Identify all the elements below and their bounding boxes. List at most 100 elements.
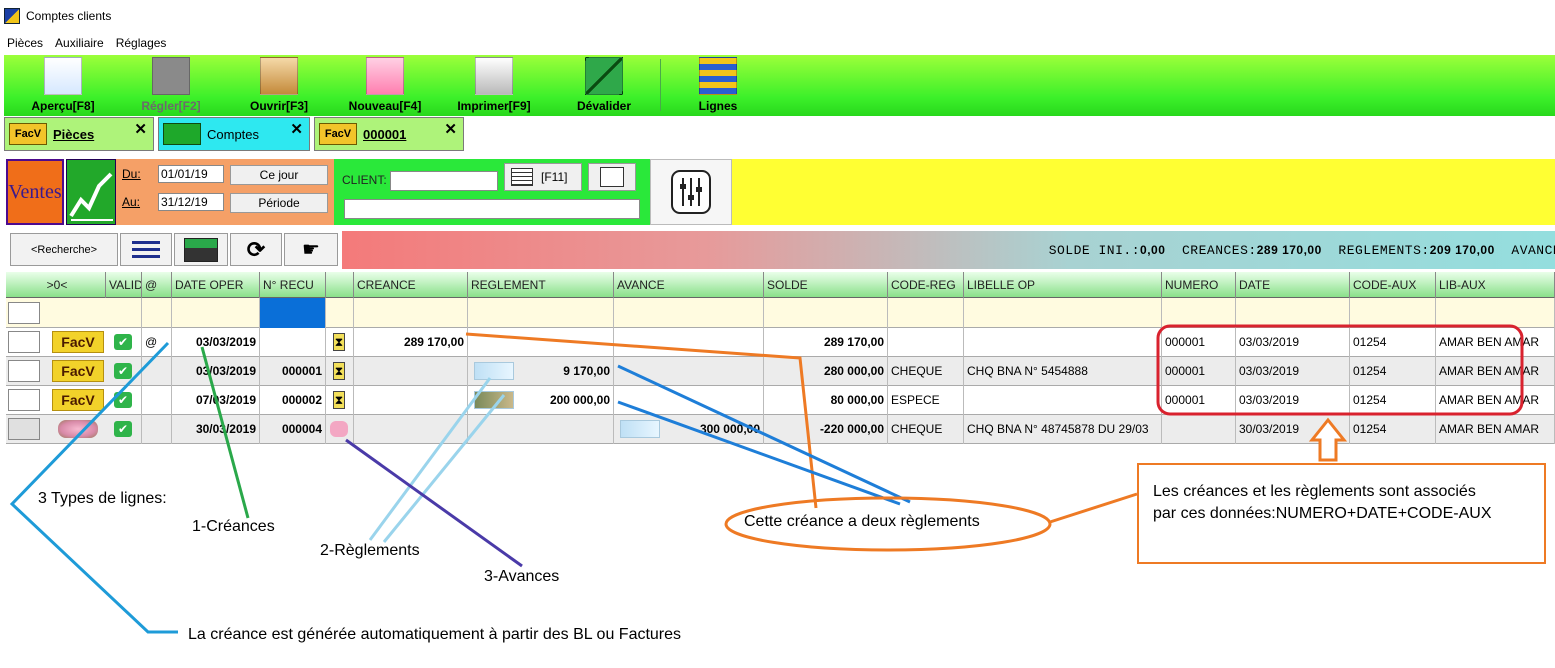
filter-cell[interactable] <box>1350 298 1436 328</box>
col-avance[interactable]: AVANCE <box>614 272 764 298</box>
lib-aux-cell: AMAR BEN AMAR <box>1436 415 1555 444</box>
annotation-line-orange <box>1049 492 1138 524</box>
tab-pieces[interactable]: FacV Pièces ✕ <box>4 117 154 151</box>
col-valid[interactable]: VALID <box>106 272 142 298</box>
lib-aux-cell: AMAR BEN AMAR <box>1436 386 1555 415</box>
solde-cell: 289 170,00 <box>764 328 888 357</box>
annotation-deux-reglements: Cette créance a deux règlements <box>744 513 980 530</box>
graph-icon[interactable] <box>66 159 116 225</box>
apercu-button[interactable]: Aperçu[F8] <box>24 55 102 116</box>
imprimer-button[interactable]: Imprimer[F9] <box>450 55 538 116</box>
col-code-aux[interactable]: CODE-AUX <box>1350 272 1436 298</box>
filter-cell[interactable] <box>172 298 260 328</box>
tab-comptes[interactable]: Comptes ✕ <box>158 117 310 151</box>
du-input[interactable]: 01/01/19 <box>158 165 224 183</box>
row-checkbox[interactable] <box>8 389 40 411</box>
recherche-button[interactable]: <Recherche> <box>10 233 118 266</box>
table-row[interactable]: ✔ 30/03/2019 000004 300 000,00 -220 000,… <box>6 415 1555 444</box>
du-label: Du: <box>122 167 141 181</box>
tab-comptes-label: Comptes <box>207 126 260 142</box>
col-at[interactable]: @ <box>142 272 172 298</box>
imprimer-label: Imprimer[F9] <box>457 99 531 113</box>
filter-cell[interactable] <box>1436 298 1555 328</box>
code-reg-cell: ESPECE <box>888 386 964 415</box>
filter-cell[interactable] <box>1236 298 1350 328</box>
cheque-thumbnail <box>474 362 514 380</box>
col-creance[interactable]: CREANCE <box>354 272 468 298</box>
col-solde[interactable]: SOLDE <box>764 272 888 298</box>
filter-cell[interactable] <box>888 298 964 328</box>
reglement-cell <box>468 415 614 444</box>
periode-button[interactable]: Période <box>230 193 328 213</box>
avance-cell: 300 000,00 <box>614 415 764 444</box>
lignes-label: Lignes <box>698 99 738 113</box>
date-oper-cell: 07/03/2019 <box>172 386 260 415</box>
refresh-button[interactable]: ⟳ <box>230 233 282 266</box>
close-icon[interactable]: ✕ <box>290 120 303 138</box>
col-lib-aux[interactable]: LIB-AUX <box>1436 272 1555 298</box>
filter-cell-selected[interactable] <box>260 298 326 328</box>
date-cell: 03/03/2019 <box>1236 357 1350 386</box>
menu-lines-button[interactable] <box>120 233 172 266</box>
menu-reglages[interactable]: Réglages <box>116 36 167 50</box>
settings-button[interactable] <box>650 159 732 225</box>
client-code-input[interactable] <box>390 171 498 191</box>
filter-cell[interactable] <box>1162 298 1236 328</box>
client-list-button[interactable]: [F11] <box>504 163 582 191</box>
hand-point-icon: ☛ <box>302 239 320 261</box>
table-row[interactable]: FacV ✔ 03/03/2019 000001 ⧗ 9 170,00 280 … <box>6 357 1555 386</box>
filter-cell[interactable] <box>106 298 142 328</box>
col-recu[interactable]: N° RECU <box>260 272 326 298</box>
col-numero[interactable]: NUMERO <box>1162 272 1236 298</box>
ouvrir-button[interactable]: Ouvrir[F3] <box>240 55 318 116</box>
filter-cell[interactable] <box>468 298 614 328</box>
regler-button[interactable]: Régler[F2] <box>132 55 210 116</box>
lignes-button[interactable]: Lignes <box>680 55 756 116</box>
menu-pieces[interactable]: Pièces <box>7 36 43 50</box>
annotation-generee: La créance est générée automatiquement à… <box>188 626 682 643</box>
col-date-oper[interactable]: DATE OPER <box>172 272 260 298</box>
filter-checkbox[interactable] <box>8 302 40 324</box>
edit-client-button[interactable] <box>588 163 636 191</box>
nouveau-button[interactable]: Nouveau[F4] <box>342 55 428 116</box>
col-status[interactable] <box>326 272 354 298</box>
ce-jour-button[interactable]: Ce jour <box>230 165 328 185</box>
valid-cell: ✔ <box>106 386 142 415</box>
ventes-badge[interactable]: Ventes <box>6 159 64 225</box>
filter-cell[interactable] <box>964 298 1162 328</box>
col-filter[interactable]: >0< <box>6 272 106 298</box>
numero-cell: 000001 <box>1162 357 1236 386</box>
row-checkbox[interactable] <box>8 360 40 382</box>
hamburger-icon <box>132 240 160 258</box>
filter-cell[interactable] <box>764 298 888 328</box>
col-libelle[interactable]: LIBELLE OP <box>964 272 1162 298</box>
row-checkbox[interactable] <box>8 418 40 440</box>
close-icon[interactable]: ✕ <box>444 120 457 138</box>
export-xls-button[interactable] <box>174 233 228 266</box>
au-input[interactable]: 31/12/19 <box>158 193 224 211</box>
client-name-input[interactable] <box>344 199 640 219</box>
tab-000001[interactable]: FacV 000001 ✕ <box>314 117 464 151</box>
col-date[interactable]: DATE <box>1236 272 1350 298</box>
filter-cell[interactable] <box>326 298 354 328</box>
menu-auxiliaire[interactable]: Auxiliaire <box>55 36 104 50</box>
devalider-button[interactable]: Dévalider <box>566 55 642 116</box>
table-row[interactable]: FacV ✔ 07/03/2019 000002 ⧗ 200 000,00 80… <box>6 386 1555 415</box>
row-checkbox[interactable] <box>8 331 40 353</box>
at-cell <box>142 415 172 444</box>
chart-icon <box>163 123 201 145</box>
creance-cell <box>354 415 468 444</box>
point-button[interactable]: ☛ <box>284 233 338 266</box>
close-icon[interactable]: ✕ <box>134 120 147 138</box>
filter-cell[interactable] <box>614 298 764 328</box>
search-toolbar: <Recherche> ⟳ ☛ SOLDE INI.:0,00 CREANCES… <box>4 229 1555 269</box>
check-icon: ✔ <box>114 334 132 350</box>
col-reglement[interactable]: REGLEMENT <box>468 272 614 298</box>
code-aux-cell: 01254 <box>1350 328 1436 357</box>
col-code-reg[interactable]: CODE-REG <box>888 272 964 298</box>
filter-cell[interactable] <box>354 298 468 328</box>
table-row[interactable]: FacV ✔ @ 03/03/2019 ⧗ 289 170,00 289 170… <box>6 328 1555 357</box>
open-icon <box>260 57 298 95</box>
filter-cell[interactable] <box>142 298 172 328</box>
valid-cell: ✔ <box>106 328 142 357</box>
